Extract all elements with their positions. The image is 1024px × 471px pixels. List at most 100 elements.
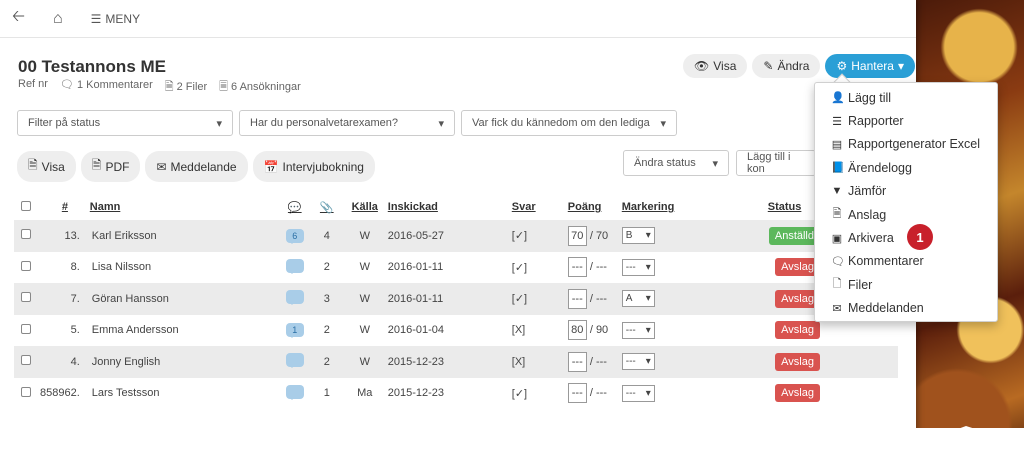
col-sent[interactable]: Inskickad bbox=[388, 194, 512, 220]
table-row[interactable]: 13. Karl Eriksson 6 4 W 2016-05-27 [✓] 7… bbox=[14, 220, 898, 252]
status-badge[interactable]: Avslag bbox=[775, 352, 820, 371]
header-actions: 👁 Visa ✎ Ändra ⚙ Hantera ▾ bbox=[683, 54, 915, 78]
status-badge[interactable]: Avslag bbox=[775, 384, 820, 403]
comment-bubble-icon[interactable]: 1 bbox=[285, 323, 304, 339]
applicant-name[interactable]: Lars Testsson bbox=[90, 378, 278, 410]
menu-item-ärendelogg[interactable]: 📘 Ärendelogg bbox=[815, 156, 997, 179]
answer-status[interactable]: [✓] bbox=[511, 220, 568, 252]
manage-button[interactable]: ⚙ Hantera ▾ bbox=[825, 54, 915, 78]
menu-item-anslag[interactable]: 🗎 Anslag bbox=[815, 203, 997, 226]
score-input[interactable]: --- bbox=[567, 288, 587, 309]
col-num[interactable]: # bbox=[40, 194, 90, 220]
status-badge[interactable]: Anställd bbox=[768, 226, 820, 245]
answer-status[interactable]: [✓] bbox=[512, 378, 568, 410]
comment-icon: 💬 bbox=[287, 201, 302, 214]
row-checkbox[interactable] bbox=[21, 292, 31, 303]
status-filter[interactable]: Filter på status ▾ bbox=[17, 110, 233, 136]
table-row[interactable]: 8. Lisa Nilsson 2 W 2016-01-11 [✓] --- /… bbox=[14, 252, 898, 284]
menu-item-rapporter[interactable]: ☰ Rapporter bbox=[815, 109, 997, 132]
pdf-button[interactable]: 🗎 PDF bbox=[80, 151, 141, 182]
caret-down-icon: ▾ bbox=[645, 387, 651, 399]
menu-item-rapportgenerator-excel[interactable]: ▤ Rapportgenerator Excel bbox=[815, 133, 997, 156]
page-title: 00 Testannons ME bbox=[18, 57, 166, 76]
score-input[interactable]: --- bbox=[567, 257, 587, 278]
table-row[interactable]: 858962. Lars Testsson 1 Ma 2015-12-23 [✓… bbox=[14, 378, 898, 410]
score-input[interactable]: 70 bbox=[567, 225, 587, 246]
menu-button[interactable]: ☰ MENY bbox=[91, 12, 140, 26]
row-number: 13. bbox=[40, 220, 90, 252]
table-row[interactable]: 7. Göran Hansson 3 W 2016-01-11 [✓] --- … bbox=[14, 283, 898, 315]
comment-bubble-icon[interactable] bbox=[285, 258, 304, 274]
table-row[interactable]: 5. Emma Andersson 1 2 W 2016-01-04 [X] 8… bbox=[14, 315, 898, 347]
answer-status[interactable]: [✓] bbox=[512, 252, 568, 284]
answer-status[interactable]: [X] bbox=[511, 346, 568, 378]
row-checkbox[interactable] bbox=[21, 260, 31, 271]
col-answer[interactable]: Svar bbox=[512, 194, 568, 220]
menu-item-filer[interactable]: 🗋 Filer bbox=[815, 273, 997, 296]
files-count[interactable]: 🗎 2 Filer bbox=[165, 78, 207, 97]
edit-button[interactable]: ✎ Ändra bbox=[752, 54, 821, 78]
row-checkbox[interactable] bbox=[21, 386, 31, 397]
view-button[interactable]: 👁 Visa bbox=[683, 54, 748, 78]
answer-status[interactable]: [✓] bbox=[511, 283, 568, 315]
comment-bubble-icon[interactable] bbox=[285, 290, 304, 306]
mark-select[interactable]: B ▾ bbox=[621, 227, 655, 245]
home-icon[interactable]: ⌂ bbox=[53, 10, 63, 28]
row-checkbox[interactable] bbox=[21, 229, 31, 240]
mark-select[interactable]: A ▾ bbox=[621, 290, 655, 308]
comments-count[interactable]: 🗨 1 Kommentarer bbox=[60, 78, 153, 97]
score-input[interactable]: --- bbox=[567, 383, 587, 404]
comment-bubble-icon[interactable] bbox=[285, 353, 304, 369]
applicant-name[interactable]: Emma Andersson bbox=[90, 315, 278, 347]
message-button[interactable]: ✉ Meddelande bbox=[145, 151, 248, 182]
add-to-select[interactable]: Lägg till i kon bbox=[736, 150, 816, 176]
envelope-icon: ✉ bbox=[832, 302, 842, 315]
change-status-select[interactable]: Ändra status ▾ bbox=[623, 150, 729, 176]
answer-status[interactable]: [X] bbox=[512, 315, 568, 347]
mark-select[interactable]: --- ▾ bbox=[621, 258, 655, 276]
archive-icon: ▣ bbox=[831, 232, 843, 245]
bar-chart-icon: ▤ bbox=[831, 138, 843, 151]
menu-item-lägg-till[interactable]: 👤 Lägg till bbox=[815, 86, 997, 109]
menu-item-kommentarer[interactable]: 🗨 Kommentarer bbox=[815, 250, 997, 273]
caret-down-icon: ▾ bbox=[645, 324, 651, 336]
comment-bubble-icon[interactable]: 6 bbox=[285, 228, 304, 244]
applications-count[interactable]: 🗏 6 Ansökningar bbox=[219, 78, 301, 97]
mark-select[interactable]: --- ▾ bbox=[621, 321, 655, 339]
row-checkbox[interactable] bbox=[21, 355, 31, 366]
menu-item-label: Arkivera bbox=[848, 231, 894, 246]
file-count: 2 bbox=[323, 324, 330, 337]
col-mark[interactable]: Markering bbox=[622, 194, 768, 220]
score-max: / --- bbox=[589, 292, 607, 305]
score-input[interactable]: --- bbox=[567, 351, 587, 372]
select-all-checkbox[interactable] bbox=[21, 200, 31, 211]
applicant-name[interactable]: Göran Hansson bbox=[89, 283, 278, 315]
comment-bubble-icon[interactable] bbox=[285, 384, 304, 400]
col-source[interactable]: Källa bbox=[342, 194, 388, 220]
row-checkbox[interactable] bbox=[21, 323, 31, 334]
menu-item-jämför[interactable]: ▼ Jämför bbox=[815, 180, 997, 203]
source: W bbox=[359, 261, 370, 274]
interview-booking-button[interactable]: 📅 Intervjubokning bbox=[252, 151, 375, 182]
status-badge[interactable]: Avslag bbox=[775, 321, 820, 340]
score-input[interactable]: 80 bbox=[567, 320, 587, 341]
pdf-icon: 🗎 bbox=[91, 158, 102, 172]
caret-down-icon: ▾ bbox=[712, 157, 718, 170]
arrow-left-icon[interactable]: 🡠 bbox=[12, 5, 25, 32]
caret-down-icon: ▾ bbox=[897, 59, 904, 73]
view-selected-button[interactable]: 🗎 Visa bbox=[17, 151, 76, 182]
applicant-name[interactable]: Jonny English bbox=[89, 346, 278, 378]
applicant-name[interactable]: Lisa Nilsson bbox=[90, 252, 278, 284]
row-number: 4. bbox=[40, 346, 90, 378]
col-score[interactable]: Poäng bbox=[568, 194, 622, 220]
col-name[interactable]: Namn bbox=[90, 194, 278, 220]
score-max: / --- bbox=[589, 387, 607, 400]
menu-item-arkivera[interactable]: ▣ Arkivera bbox=[815, 226, 997, 249]
mark-select[interactable]: --- ▾ bbox=[621, 353, 655, 371]
mark-select[interactable]: --- ▾ bbox=[621, 384, 655, 402]
applicant-name[interactable]: Karl Eriksson bbox=[89, 220, 278, 252]
degree-filter[interactable]: Har du personalvetarexamen? ▾ bbox=[239, 110, 455, 136]
table-row[interactable]: 4. Jonny English 2 W 2015-12-23 [X] --- … bbox=[14, 346, 898, 378]
source-filter[interactable]: Var fick du kännedom om den lediga ▾ bbox=[461, 110, 677, 136]
menu-item-meddelanden[interactable]: ✉ Meddelanden bbox=[815, 297, 997, 320]
